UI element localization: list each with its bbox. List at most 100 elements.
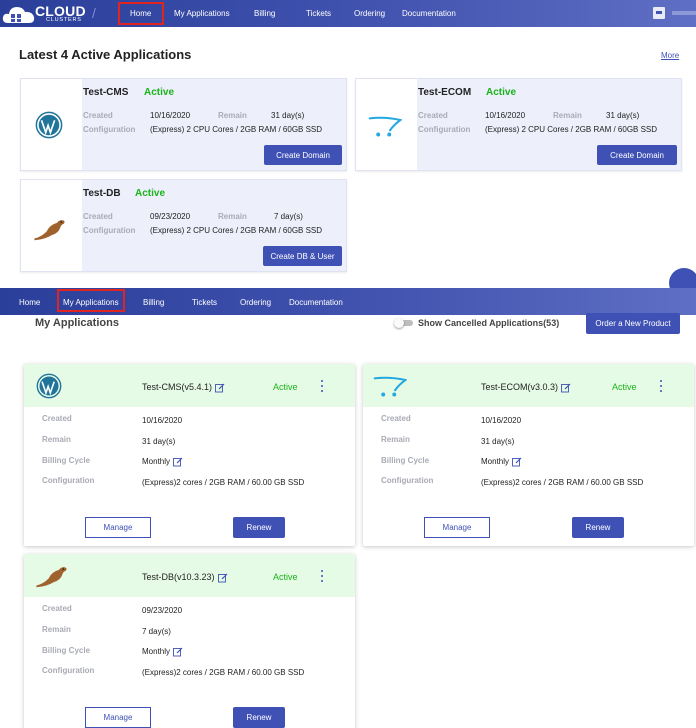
remain-value: 7 day(s) [274,212,303,221]
billing-value: Monthly [142,457,183,467]
nav-my-applications[interactable]: My Applications [63,298,119,307]
nav-documentation[interactable]: Documentation [402,9,456,18]
edit-icon[interactable] [215,383,225,393]
mariadb-seal-icon [34,220,65,241]
config-value: (Express) 2 CPU Cores / 2GB RAM / 60GB S… [485,125,658,134]
remain-value: 31 day(s) [606,111,640,120]
created-label: Created [42,414,72,423]
create-domain-button[interactable]: Create Domain [264,145,342,165]
edit-icon[interactable] [173,647,183,657]
remain-value: 31 day(s) [481,437,515,446]
app-name: Test-ECOM(v3.0.3) [481,382,571,393]
app-name: Test-CMS [83,87,129,98]
top-navbar: CLOUD CLUSTERS / Home My Applications Bi… [0,0,696,27]
status-badge: Active [486,87,517,98]
second-navbar: Home My Applications Billing Tickets Ord… [0,288,696,315]
user-menu[interactable] [672,11,696,15]
app-name: Test-ECOM [418,87,472,98]
app-card-cms: Test-CMS Active Created 10/16/2020 Remai… [20,78,347,171]
nav-ordering[interactable]: Ordering [354,9,385,18]
status-badge: Active [273,382,298,392]
remain-label: Remain [381,435,410,444]
created-label: Created [418,111,448,120]
user-icon[interactable] [653,7,665,19]
app-card-db: Test-DB Active Created 09/23/2020 Remain… [20,179,347,272]
config-label: Configuration [418,125,471,134]
config-label: Configuration [42,476,95,485]
mariadb-seal-icon [36,567,67,588]
brand-sub: CLUSTERS [46,17,82,23]
remain-label: Remain [553,111,582,120]
section-title: Latest 4 Active Applications [19,47,192,62]
nav-home[interactable]: Home [130,9,151,18]
status-badge: Active [273,572,298,582]
nav-ordering[interactable]: Ordering [240,298,271,307]
nav-documentation[interactable]: Documentation [289,298,343,307]
created-value: 09/23/2020 [150,212,191,221]
toggle-label: Show Cancelled Applications(53) [418,318,560,328]
created-value: 10/16/2020 [142,416,183,425]
config-value: (Express)2 cores / 2GB RAM / 60.00 GB SS… [142,668,305,677]
divider-icon: / [92,5,96,21]
renew-button[interactable]: Renew [233,707,285,728]
create-domain-button[interactable]: Create Domain [597,145,677,165]
logo-area [21,180,82,271]
order-new-product-button[interactable]: Order a New Product [586,313,680,334]
billing-text: Monthly [142,647,171,657]
created-label: Created [381,414,411,423]
status-badge: Active [135,188,166,199]
manage-button[interactable]: Manage [85,707,151,728]
nav-tickets[interactable]: Tickets [306,9,331,18]
app-card-ecom: Test-ECOM Active Created 10/16/2020 Rema… [355,78,682,171]
renew-button[interactable]: Renew [233,517,285,538]
billing-value: Monthly [481,457,522,467]
nav-billing[interactable]: Billing [254,9,275,18]
app-name: Test-DB(v10.3.23) [142,572,228,583]
remain-label: Remain [42,435,71,444]
billing-label: Billing Cycle [381,456,430,465]
wordpress-icon [35,111,63,139]
more-options-icon[interactable] [320,570,324,582]
billing-value: Monthly [142,647,183,657]
created-label: Created [83,111,113,120]
edit-icon[interactable] [512,457,522,467]
created-value: 09/23/2020 [142,606,183,615]
billing-text: Monthly [481,457,510,467]
config-value: (Express) 2 CPU Cores / 2GB RAM / 60GB S… [150,125,323,134]
cloud-clusters-logo[interactable]: CLOUD CLUSTERS [0,1,88,26]
opencart-icon [368,116,402,137]
created-label: Created [83,212,113,221]
logo-area [21,79,82,170]
created-value: 10/16/2020 [485,111,526,120]
config-label: Configuration [42,666,95,675]
status-badge: Active [612,382,637,392]
cloud-icon [2,7,35,23]
more-options-icon[interactable] [320,380,324,392]
config-value: (Express)2 cores / 2GB RAM / 60.00 GB SS… [481,478,644,487]
remain-value: 7 day(s) [142,627,171,636]
more-options-icon[interactable] [659,380,663,392]
opencart-icon [373,376,407,397]
nav-tickets[interactable]: Tickets [192,298,217,307]
logo-area [356,79,417,170]
manage-button[interactable]: Manage [424,517,490,538]
nav-home[interactable]: Home [19,298,40,307]
edit-icon[interactable] [173,457,183,467]
remain-label: Remain [218,111,247,120]
config-label: Configuration [381,476,434,485]
edit-icon[interactable] [561,383,571,393]
nav-my-applications[interactable]: My Applications [174,9,230,18]
remain-value: 31 day(s) [271,111,305,120]
show-cancelled-toggle[interactable] [394,318,414,328]
nav-billing[interactable]: Billing [143,298,164,307]
create-db-user-button[interactable]: Create DB & User [263,246,342,266]
edit-icon[interactable] [217,573,228,583]
billing-label: Billing Cycle [42,646,91,655]
config-value: (Express) 2 CPU Cores / 2GB RAM / 60GB S… [150,226,323,235]
more-link[interactable]: More [661,51,679,60]
app-name: Test-CMS(v5.4.1) [142,382,225,393]
renew-button[interactable]: Renew [572,517,624,538]
manage-button[interactable]: Manage [85,517,151,538]
app-name-text: Test-DB(v10.3.23) [142,572,215,582]
created-label: Created [42,604,72,613]
